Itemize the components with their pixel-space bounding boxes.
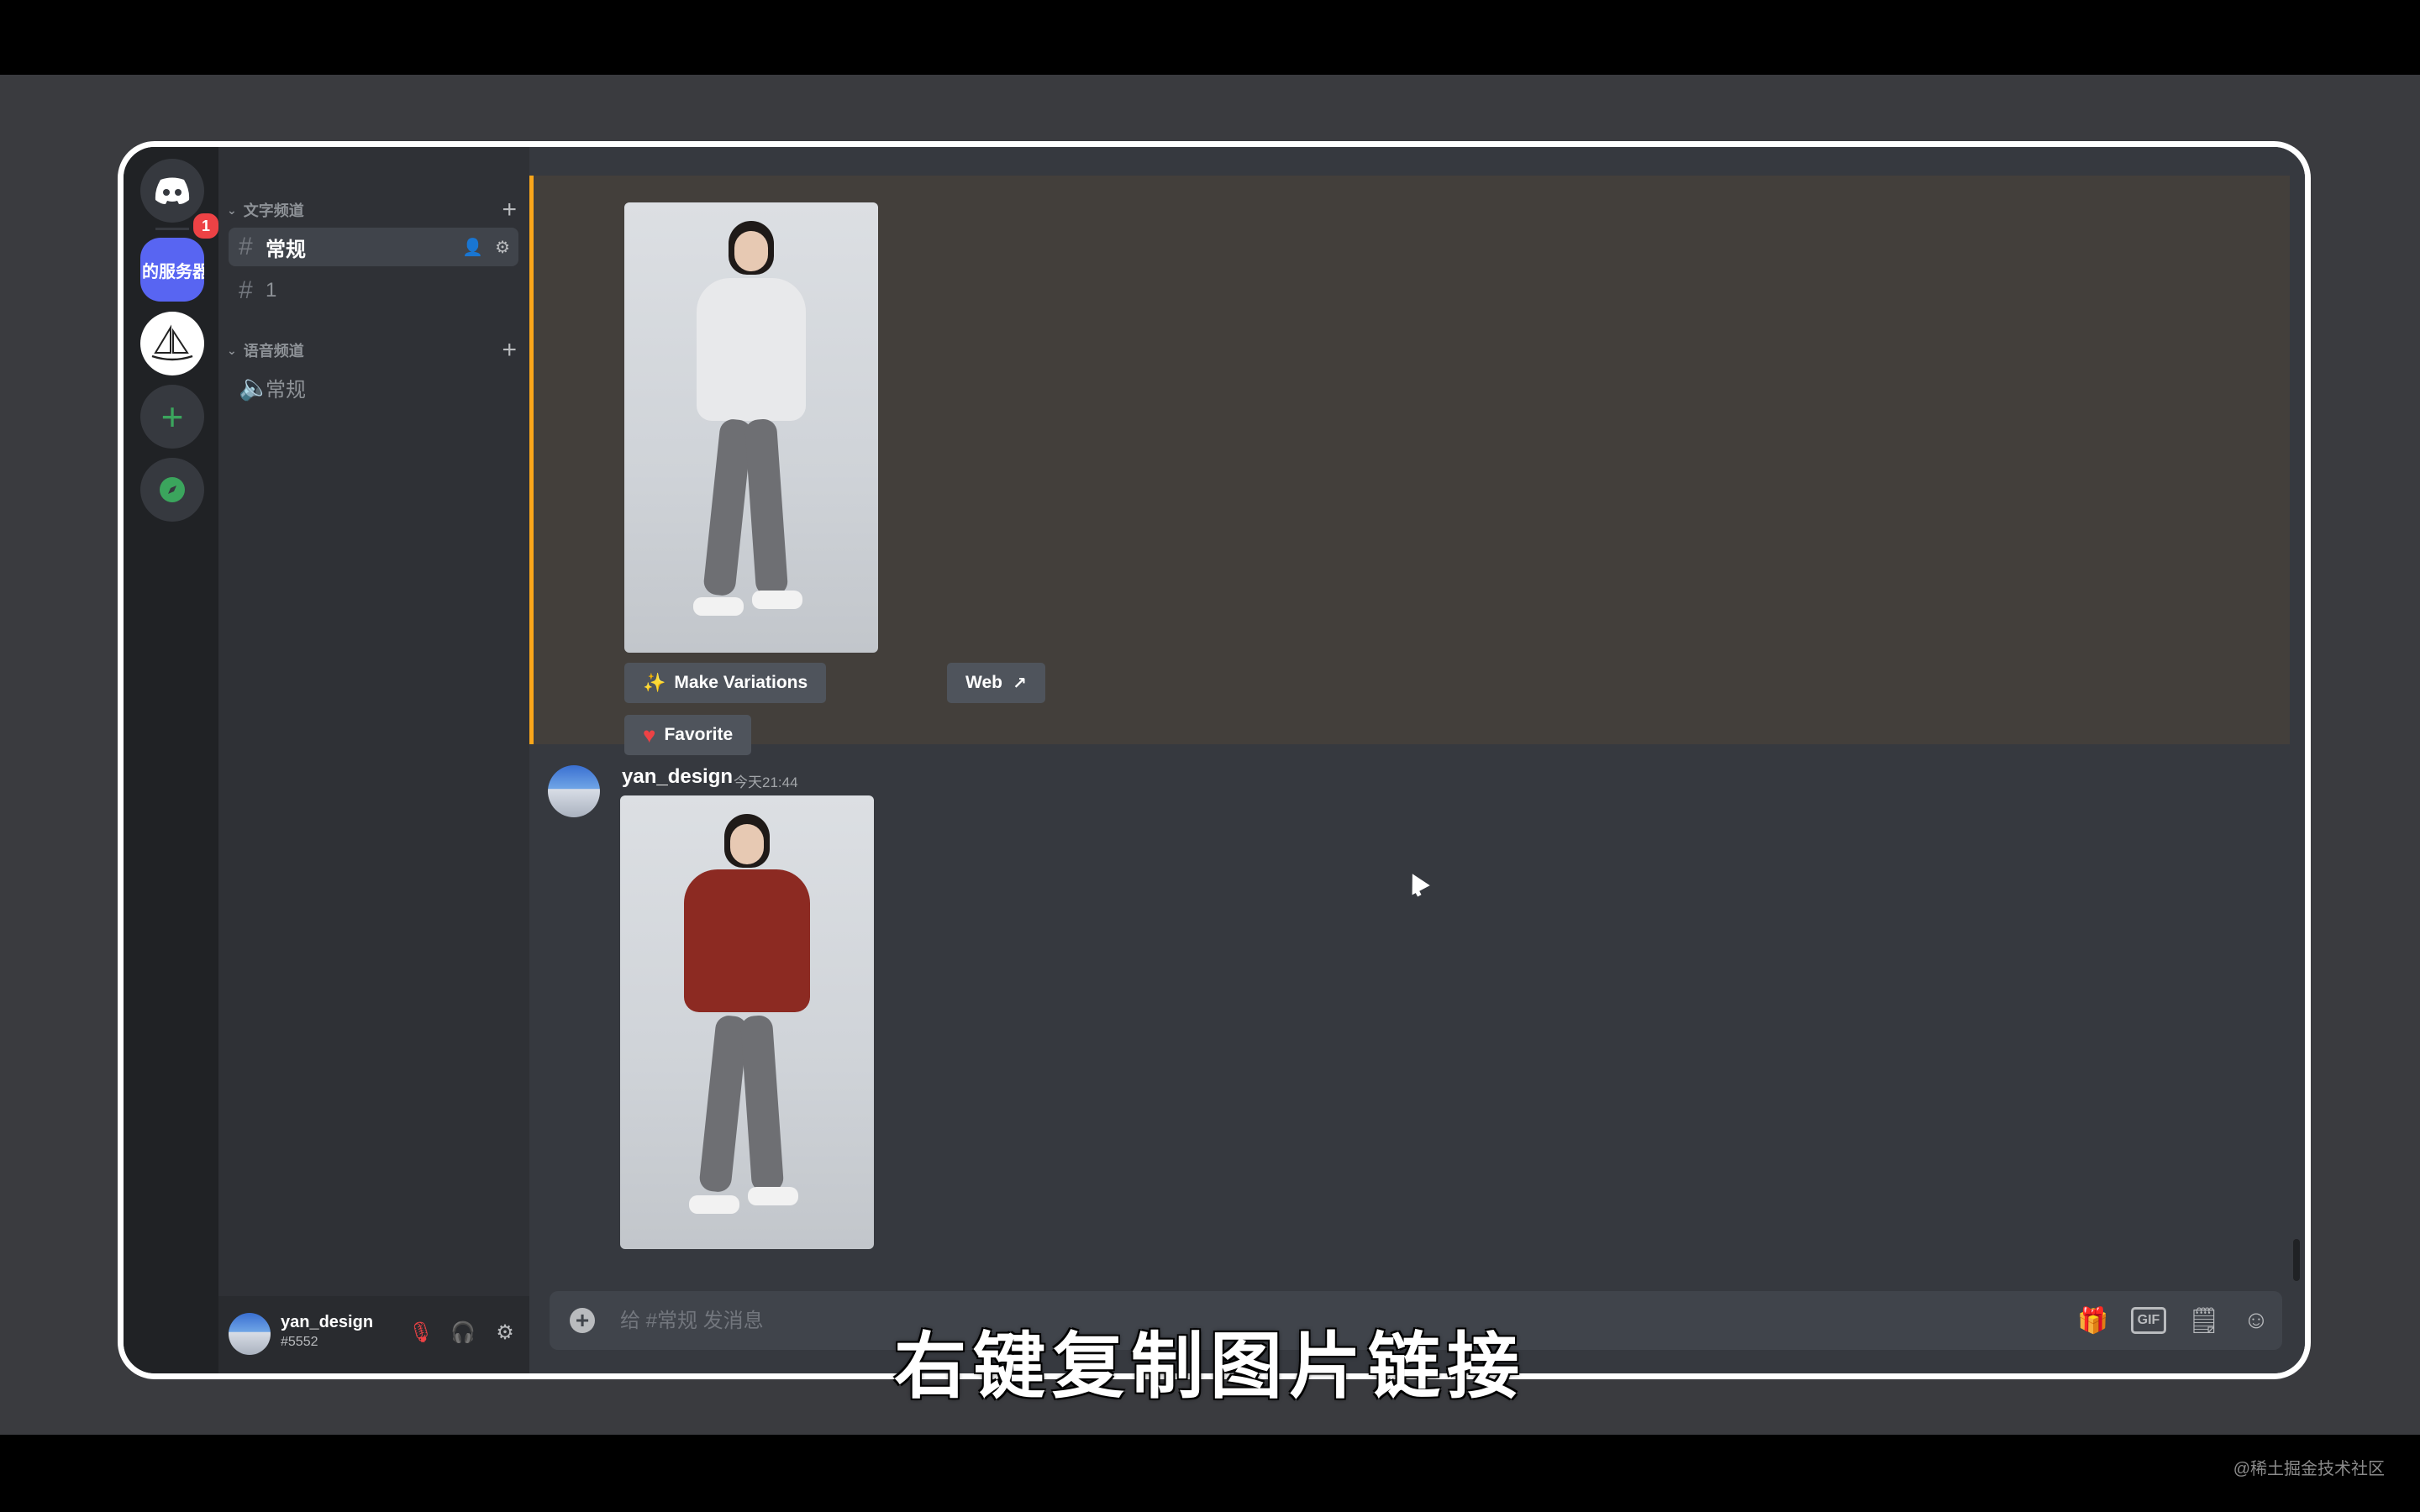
generated-image-gray-hoodie[interactable]: [624, 202, 878, 653]
server-label: 的服务器: [142, 262, 204, 281]
sailboat-icon: [151, 324, 193, 361]
message-author[interactable]: yan_design: [622, 765, 733, 789]
video-letterbox-top: [0, 0, 2420, 75]
channel-label: 常规: [266, 238, 306, 261]
rail-separator: [155, 228, 189, 230]
message-timestamp: 今天21:44: [734, 774, 798, 790]
chevron-down-icon: ⌄: [227, 343, 237, 357]
voice-channel-item-general[interactable]: 🔈 常规: [229, 368, 518, 407]
speaker-icon: 🔈: [239, 373, 271, 402]
external-link-icon: ↗: [1012, 674, 1027, 693]
hash-icon: #: [239, 233, 253, 260]
category-label: 语音频道: [243, 343, 304, 360]
make-variations-button[interactable]: ✨ Make Variations: [624, 663, 827, 703]
sparkle-icon: ✨: [643, 672, 666, 693]
channel-label: 1: [266, 279, 277, 302]
button-label: Make Variations: [674, 673, 808, 692]
chat-area: ✨ Make Variations Web ↗ ♥ Favorite yan_d…: [529, 147, 2305, 1373]
channel-item-1[interactable]: # 1: [229, 271, 518, 310]
video-letterbox-bottom: [0, 1435, 2420, 1512]
message-author-avatar[interactable]: [548, 765, 600, 817]
hash-icon: #: [239, 276, 253, 304]
category-label: 文字频道: [243, 202, 304, 219]
discord-logo-icon: [155, 177, 190, 204]
category-text-channels[interactable]: ⌄ 文字频道 +: [227, 196, 517, 224]
add-server-button[interactable]: +: [140, 385, 204, 449]
create-channel-plus-icon[interactable]: +: [502, 336, 517, 365]
gear-icon[interactable]: ⚙: [495, 237, 510, 258]
highlighted-message: ✨ Make Variations Web ↗ ♥ Favorite: [529, 176, 2290, 755]
app-window: 1 的服务器 + ⌄ 文字频道 + # 常规 👤 ⚙ # 1 ⌄ 语音频道 + …: [118, 141, 2311, 1379]
create-channel-plus-icon[interactable]: +: [502, 196, 517, 224]
chevron-down-icon: ⌄: [227, 202, 237, 217]
server-icon-midjourney[interactable]: [140, 312, 204, 375]
server-rail: 1 的服务器 +: [124, 147, 221, 1373]
heart-icon: ♥: [643, 722, 656, 748]
channel-label: 常规: [266, 378, 306, 402]
button-label: Web: [965, 673, 1002, 692]
generated-image-red-hoodie[interactable]: [620, 795, 874, 1249]
favorite-button[interactable]: ♥ Favorite: [624, 715, 752, 755]
server-icon-my-server[interactable]: 的服务器: [140, 238, 204, 302]
watermark: @稀土掘金技术社区: [2233, 1460, 2385, 1478]
explore-servers-button[interactable]: [140, 458, 204, 522]
invite-members-icon[interactable]: 👤: [462, 237, 483, 258]
compass-icon: [160, 477, 185, 502]
discord-home-button[interactable]: 1: [140, 159, 221, 241]
channel-item-general[interactable]: # 常规 👤 ⚙: [229, 228, 518, 266]
channel-sidebar: ⌄ 文字频道 + # 常规 👤 ⚙ # 1 ⌄ 语音频道 + 🔈 常规 yan_…: [218, 147, 529, 1373]
category-voice-channels[interactable]: ⌄ 语音频道 +: [227, 336, 517, 365]
web-button[interactable]: Web ↗: [947, 663, 1045, 703]
video-subtitle: 右键复制图片链接: [894, 1326, 1526, 1407]
plus-icon: +: [160, 395, 184, 438]
button-label: Favorite: [664, 725, 734, 744]
notification-badge: 1: [191, 211, 221, 241]
scrollbar[interactable]: [2293, 1239, 2300, 1281]
